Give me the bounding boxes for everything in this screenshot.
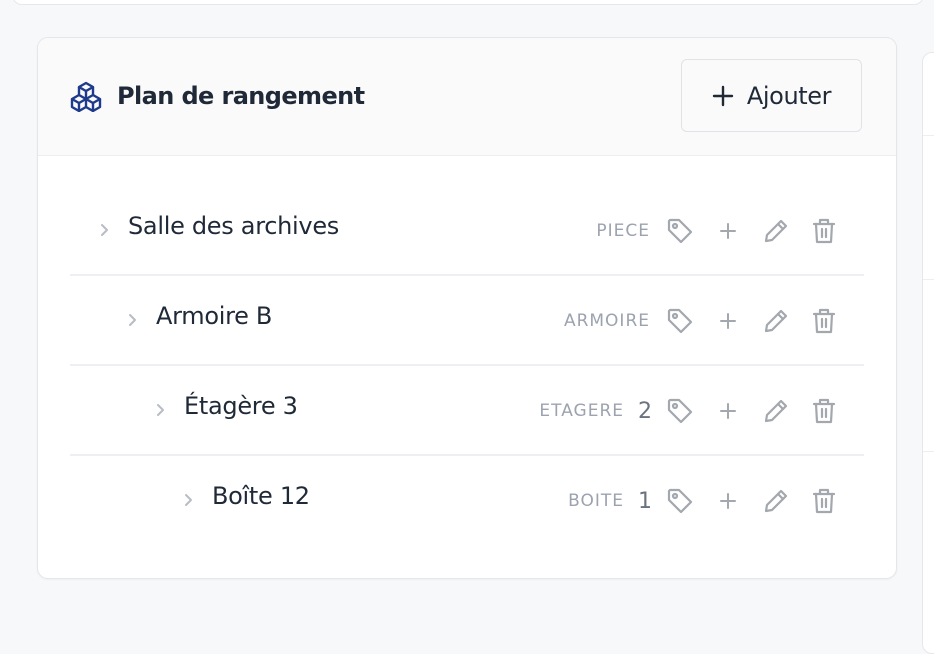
trash-icon	[812, 218, 836, 244]
row-actions: ARMOIRE	[564, 304, 840, 338]
add-button[interactable]: Ajouter	[681, 59, 862, 132]
tag-icon	[667, 218, 693, 244]
chevron-right-icon[interactable]	[99, 222, 109, 238]
trash-icon	[812, 488, 836, 514]
tag-icon	[667, 398, 693, 424]
tree-row[interactable]: Boîte 12 BOITE 1	[70, 456, 864, 546]
chevron-right-icon[interactable]	[183, 492, 193, 508]
type-badge: ARMOIRE	[563, 311, 650, 331]
delete-button[interactable]	[808, 485, 840, 517]
plus-icon	[720, 493, 736, 509]
row-actions: BOITE 1	[568, 484, 840, 518]
tree-row[interactable]: Salle des archives PIECE	[70, 186, 864, 276]
storage-tree: Salle des archives PIECE Armoire B ARMOI…	[70, 186, 864, 546]
add-button-label: Ajouter	[746, 81, 832, 110]
tag-button[interactable]	[664, 305, 696, 337]
pencil-icon	[764, 399, 788, 423]
tree-item-name[interactable]: Armoire B	[156, 302, 272, 330]
divider	[923, 135, 934, 136]
tag-icon	[667, 308, 693, 334]
pencil-icon	[764, 309, 788, 333]
item-count: 2	[638, 398, 652, 424]
tree-item-name[interactable]: Étagère 3	[184, 392, 298, 420]
tag-button[interactable]	[664, 395, 696, 427]
row-actions: ETAGERE 2	[539, 394, 840, 428]
type-badge: BOITE	[568, 491, 624, 511]
storage-plan-panel: Plan de rangement Ajouter Salle des arch…	[37, 37, 897, 579]
edit-button[interactable]	[760, 305, 792, 337]
edit-button[interactable]	[760, 485, 792, 517]
tag-button[interactable]	[664, 215, 696, 247]
tag-button[interactable]	[664, 485, 696, 517]
panel-header: Plan de rangement Ajouter	[38, 38, 896, 156]
pencil-icon	[764, 489, 788, 513]
panel-title: Plan de rangement	[117, 82, 365, 110]
trash-icon	[812, 398, 836, 424]
chevron-right-icon[interactable]	[127, 312, 137, 328]
tree-item-name[interactable]: Boîte 12	[212, 482, 310, 510]
chevron-right-icon[interactable]	[155, 402, 165, 418]
pencil-icon	[764, 219, 788, 243]
plus-icon	[720, 403, 736, 419]
add-child-button[interactable]	[712, 305, 744, 337]
delete-button[interactable]	[808, 395, 840, 427]
plus-icon	[720, 313, 736, 329]
tree-row[interactable]: Armoire B ARMOIRE	[70, 276, 864, 366]
trash-icon	[812, 308, 836, 334]
tag-icon	[667, 488, 693, 514]
divider	[923, 279, 934, 280]
row-actions: PIECE	[596, 214, 840, 248]
edit-button[interactable]	[760, 215, 792, 247]
plus-icon	[720, 223, 736, 239]
delete-button[interactable]	[808, 215, 840, 247]
add-child-button[interactable]	[712, 395, 744, 427]
tree-item-name[interactable]: Salle des archives	[128, 212, 339, 240]
add-child-button[interactable]	[712, 215, 744, 247]
cubes-icon	[70, 81, 102, 112]
type-badge: PIECE	[596, 221, 650, 241]
panel-title-group: Plan de rangement	[69, 80, 365, 112]
type-badge: ETAGERE	[539, 401, 624, 421]
side-panel	[922, 52, 934, 654]
plus-icon	[712, 85, 734, 106]
divider	[923, 451, 934, 452]
edit-button[interactable]	[760, 395, 792, 427]
top-card	[12, 0, 924, 5]
add-child-button[interactable]	[712, 485, 744, 517]
tree-row[interactable]: Étagère 3 ETAGERE 2	[70, 366, 864, 456]
item-count: 1	[638, 488, 652, 514]
delete-button[interactable]	[808, 305, 840, 337]
